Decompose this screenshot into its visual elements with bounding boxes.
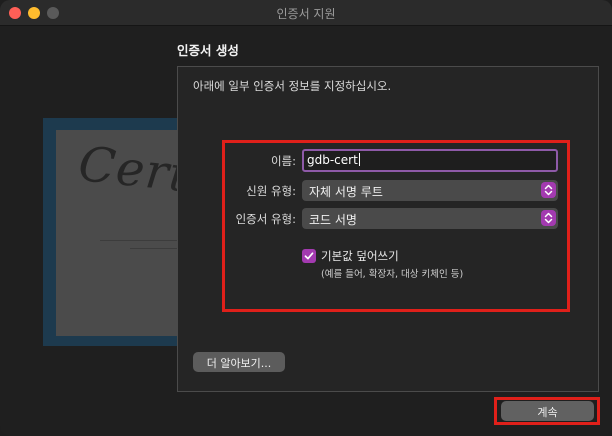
learn-more-button[interactable]: 더 알아보기... xyxy=(193,352,285,372)
intro-text: 아래에 일부 인증서 정보를 지정하십시오. xyxy=(193,79,392,93)
section-title: 인증서 생성 xyxy=(177,43,239,58)
window-title: 인증서 지원 xyxy=(276,7,336,21)
title-bar: 인증서 지원 xyxy=(0,0,612,26)
highlight-box-form xyxy=(222,140,570,312)
highlight-box-continue xyxy=(494,397,600,425)
certificate-assistant-window: 인증서 지원 Certificate 인증서 생성 아래에 일부 인증서 정보를… xyxy=(0,0,612,436)
